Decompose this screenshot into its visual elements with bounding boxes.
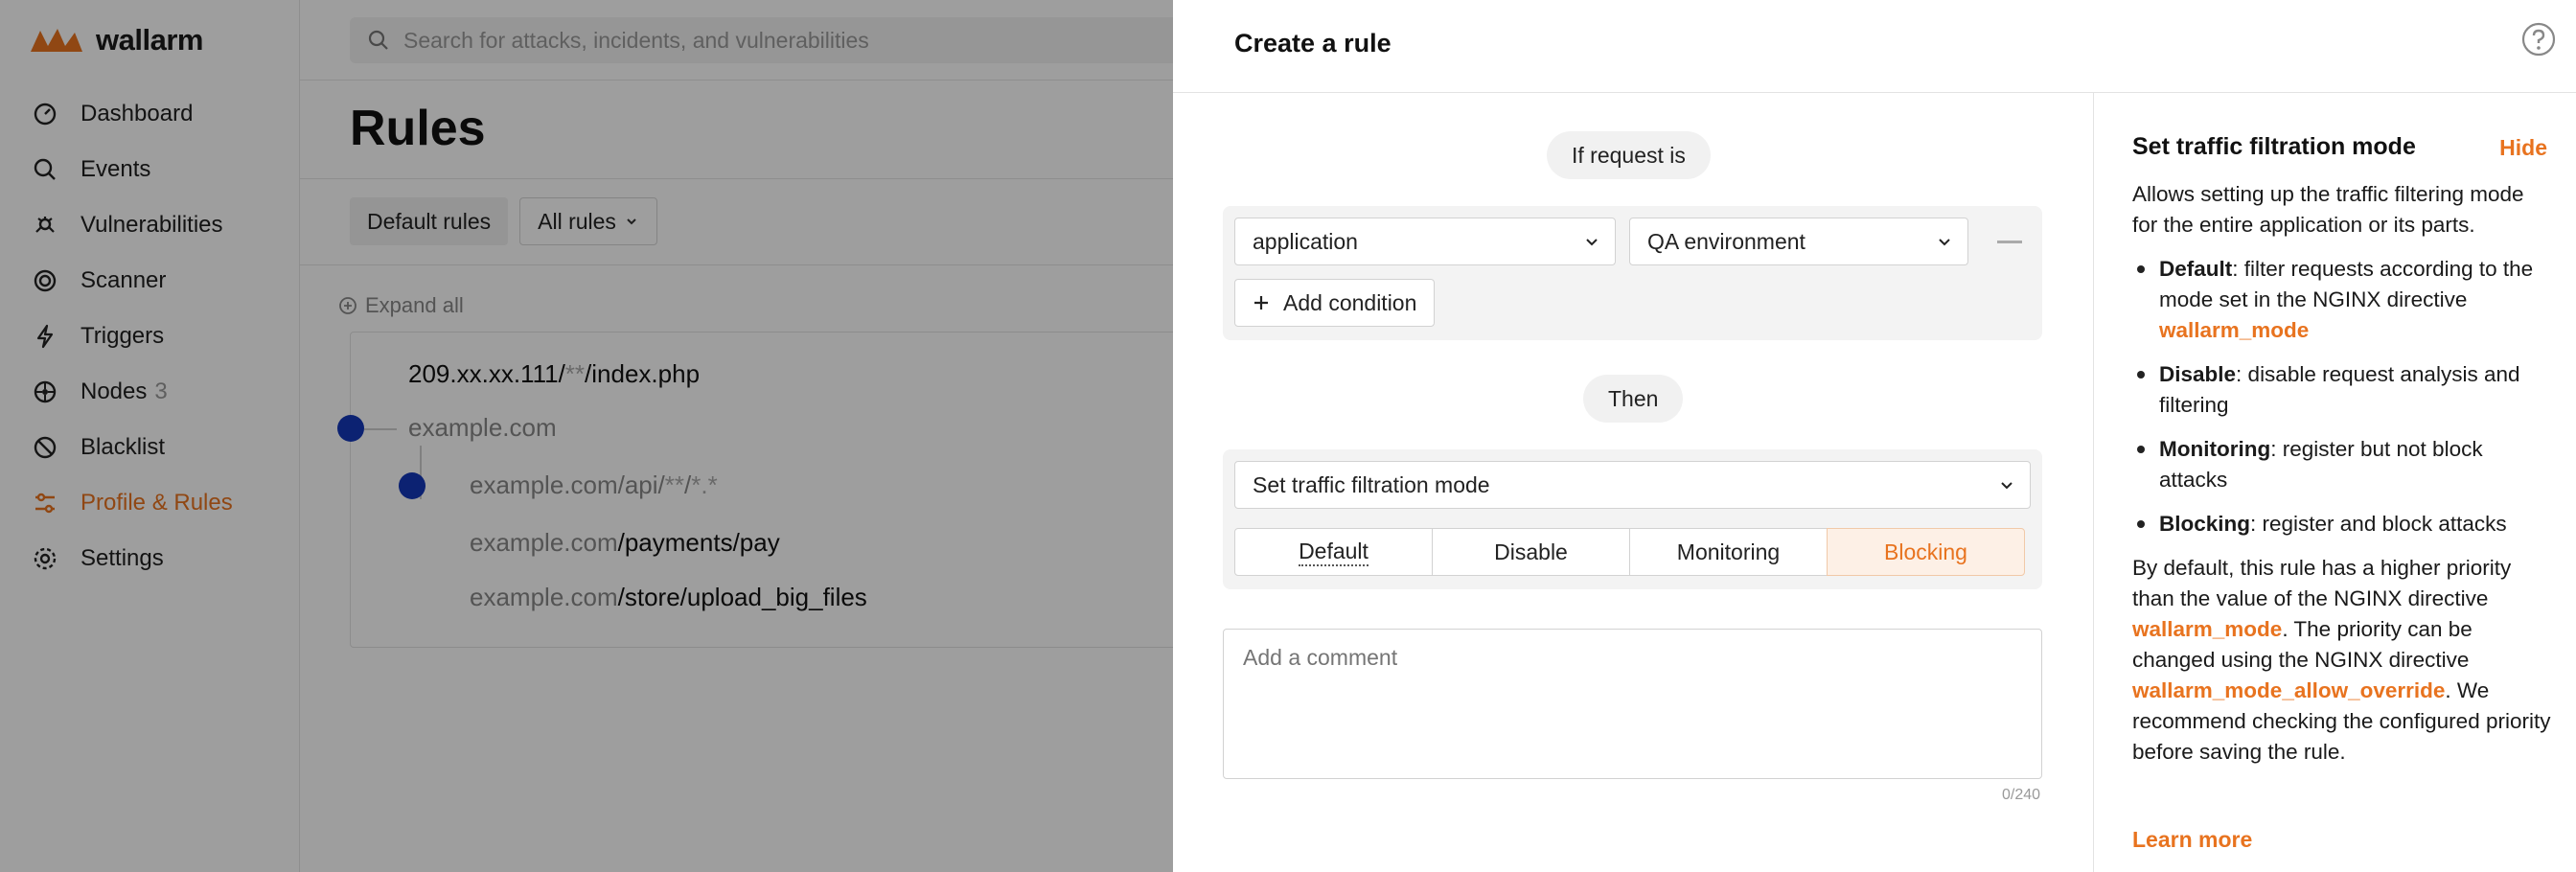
mode-description: Blocking: register and block attacks (2132, 509, 2554, 539)
mode-list: Default: filter requests according to th… (2132, 254, 2554, 539)
mode-term: Blocking (2159, 512, 2251, 536)
hide-help-link[interactable]: Hide (2499, 135, 2547, 161)
mode-term: Default (2159, 257, 2233, 281)
action-value: Set traffic filtration mode (1253, 471, 1490, 497)
help-icon[interactable] (2520, 21, 2557, 57)
if-request-label: If request is (1547, 131, 1711, 179)
create-rule-drawer: Create a rule If request is application … (1173, 0, 2576, 872)
condition-field-select[interactable]: application (1234, 218, 1616, 265)
help-panel: Set traffic filtration mode Hide Allows … (2093, 93, 2576, 872)
conditions-block: application QA environment Add condition (1223, 206, 2042, 340)
mode-description: Disable: disable request analysis and fi… (2132, 359, 2554, 421)
plus-icon (1254, 296, 1268, 310)
drawer-title: Create a rule (1234, 29, 1392, 57)
directive-link[interactable]: wallarm_mode (2132, 617, 2282, 641)
mode-blocking-button[interactable]: Blocking (1827, 528, 2025, 576)
remove-condition-button[interactable] (1997, 241, 2022, 243)
mode-default-button[interactable]: Default (1234, 528, 1433, 576)
add-condition-button[interactable]: Add condition (1234, 279, 1436, 327)
mode-label: Default (1299, 539, 1368, 566)
help-intro: Allows setting up the traffic filtering … (2132, 182, 2524, 237)
condition-value-select[interactable]: QA environment (1629, 218, 1968, 265)
then-label: Then (1583, 375, 1684, 423)
chevron-down-icon (1586, 239, 1598, 246)
directive-link[interactable]: wallarm_mode (2159, 318, 2309, 342)
chevron-down-icon (2001, 482, 2012, 490)
mode-term: Monitoring (2159, 437, 2271, 461)
mode-label: Monitoring (1676, 539, 1781, 564)
help-title: Set traffic filtration mode (2132, 133, 2416, 160)
help-outro: By default, this rule has a higher prior… (2132, 553, 2554, 768)
learn-more-link[interactable]: Learn more (2132, 827, 2252, 853)
help-body: Allows setting up the traffic filtering … (2132, 179, 2554, 781)
add-condition-label: Add condition (1283, 289, 1417, 315)
mode-label: Disable (1494, 539, 1568, 564)
mode-text: : register and block attacks (2250, 512, 2507, 536)
comment-input[interactable] (1223, 629, 2042, 779)
mode-description: Default: filter requests according to th… (2132, 254, 2554, 346)
comment-counter: 0/240 (2002, 787, 2041, 803)
mode-segmented-control: Default Disable Monitoring Blocking (1234, 528, 2025, 576)
action-block: Set traffic filtration mode Default Disa… (1223, 449, 2042, 589)
mode-term: Disable (2159, 362, 2237, 386)
rule-form: If request is application QA environment… (1173, 93, 2093, 872)
mode-label: Blocking (1884, 539, 1967, 564)
mode-description: Monitoring: register but not block attac… (2132, 434, 2554, 495)
mode-monitoring-button[interactable]: Monitoring (1629, 528, 1828, 576)
directive-link[interactable]: wallarm_mode_allow_override (2132, 678, 2445, 702)
condition-value-text: QA environment (1647, 228, 1806, 254)
action-select[interactable]: Set traffic filtration mode (1234, 461, 2031, 509)
drawer-header: Create a rule (1173, 0, 2576, 93)
chevron-down-icon (1939, 239, 1950, 246)
mode-disable-button[interactable]: Disable (1432, 528, 1630, 576)
condition-field-value: application (1253, 228, 1358, 254)
help-text: By default, this rule has a higher prior… (2132, 556, 2512, 610)
